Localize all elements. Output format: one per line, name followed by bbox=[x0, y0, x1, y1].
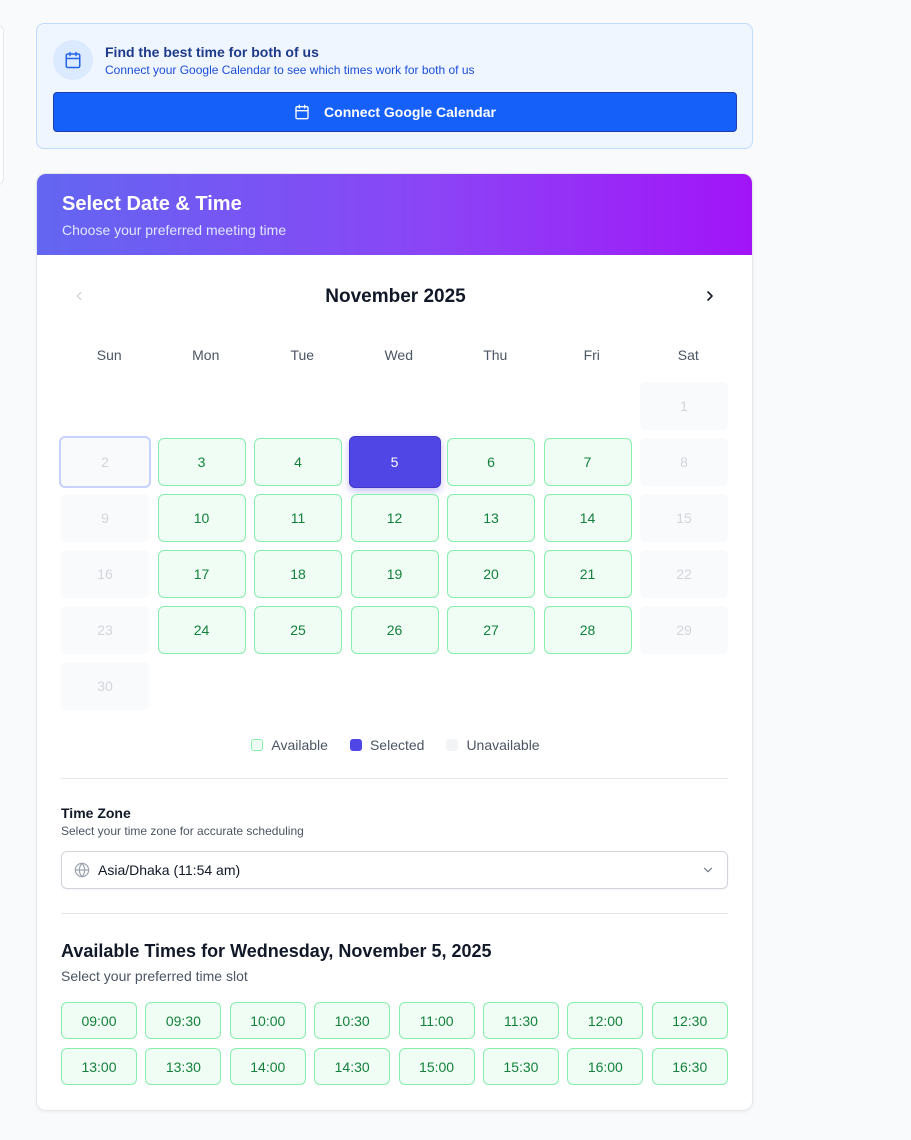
weekday-label: Sun bbox=[96, 347, 122, 363]
connect-google-calendar-button[interactable]: Connect Google Calendar bbox=[53, 92, 737, 132]
calendar-day-30: 30 bbox=[61, 662, 149, 710]
legend-selected: Selected bbox=[349, 737, 425, 753]
calendar-day-16: 16 bbox=[61, 550, 149, 598]
calendar-day-8: 8 bbox=[640, 438, 728, 486]
calendar-day-17[interactable]: 17 bbox=[157, 550, 246, 598]
banner-subtitle: Connect your Google Calendar to see whic… bbox=[105, 63, 475, 77]
scheduler-title: Select Date & Time bbox=[62, 193, 242, 215]
legend-unavailable: Unavailable bbox=[446, 737, 540, 753]
calendar-day-28[interactable]: 28 bbox=[543, 606, 632, 654]
time-slot-button[interactable]: 09:00 bbox=[61, 1002, 137, 1039]
legend-swatch-selected bbox=[349, 739, 362, 751]
time-slot-button[interactable]: 10:00 bbox=[229, 1002, 306, 1039]
calendar-icon bbox=[294, 104, 310, 120]
legend-label: Unavailable bbox=[466, 737, 540, 753]
calendar-day-21[interactable]: 21 bbox=[543, 550, 632, 598]
calendar-day-2: 2 bbox=[59, 436, 151, 488]
calendar-day-15: 15 bbox=[640, 494, 728, 542]
calendar-day-19[interactable]: 19 bbox=[350, 550, 439, 598]
weekday-label: Sat bbox=[677, 347, 699, 363]
divider bbox=[61, 913, 728, 914]
time-slot-button[interactable]: 11:30 bbox=[482, 1002, 559, 1039]
calendar-day-20[interactable]: 20 bbox=[447, 550, 535, 598]
calendar-icon bbox=[53, 40, 93, 80]
side-panel-edge bbox=[0, 24, 4, 186]
next-month-button[interactable] bbox=[698, 284, 722, 308]
chevron-right-icon bbox=[702, 288, 718, 304]
calendar-day-7[interactable]: 7 bbox=[543, 438, 632, 486]
calendar-day-22: 22 bbox=[640, 550, 728, 598]
calendar-day-18[interactable]: 18 bbox=[254, 550, 342, 598]
weekday-label: Thu bbox=[483, 347, 508, 363]
weekday-label: Wed bbox=[384, 347, 414, 363]
weekday-label: Mon bbox=[192, 347, 220, 363]
timezone-subtitle: Select your time zone for accurate sched… bbox=[61, 824, 304, 838]
time-slot-button[interactable]: 15:30 bbox=[482, 1048, 559, 1085]
calendar-day-4[interactable]: 4 bbox=[254, 438, 342, 486]
calendar-day-5[interactable]: 5 bbox=[348, 436, 441, 488]
banner-title: Find the best time for both of us bbox=[105, 44, 319, 60]
legend-swatch-available bbox=[251, 739, 264, 751]
time-slot-button[interactable]: 12:00 bbox=[567, 1002, 644, 1039]
google-calendar-banner: Find the best time for both of us Connec… bbox=[36, 23, 753, 149]
calendar-day-23: 23 bbox=[61, 606, 149, 654]
divider bbox=[61, 778, 728, 779]
scheduler-header: Select Date & Time Choose your preferred… bbox=[37, 174, 752, 255]
time-slot-button[interactable]: 12:30 bbox=[651, 1002, 728, 1039]
weekday-header: Sun Mon Tue Wed Thu Fri Sat bbox=[61, 347, 737, 363]
time-slot-button[interactable]: 10:30 bbox=[314, 1002, 391, 1039]
time-slot-button[interactable]: 09:30 bbox=[145, 1002, 222, 1039]
scheduler-card: Select Date & Time Choose your preferred… bbox=[36, 173, 753, 1111]
time-slot-button[interactable]: 16:30 bbox=[651, 1048, 728, 1085]
time-slot-button[interactable]: 14:30 bbox=[314, 1048, 391, 1085]
globe-icon bbox=[74, 862, 90, 878]
calendar-day-25[interactable]: 25 bbox=[254, 606, 342, 654]
available-times-subtitle: Select your preferred time slot bbox=[61, 968, 248, 984]
time-slot-button[interactable]: 16:00 bbox=[567, 1048, 644, 1085]
calendar-day-13[interactable]: 13 bbox=[447, 494, 535, 542]
time-slot-button[interactable]: 14:00 bbox=[229, 1048, 306, 1085]
calendar-day-10[interactable]: 10 bbox=[157, 494, 246, 542]
legend-available: Available bbox=[251, 737, 328, 753]
calendar-day-27[interactable]: 27 bbox=[447, 606, 535, 654]
calendar-day-3[interactable]: 3 bbox=[157, 438, 246, 486]
legend-swatch-unavailable bbox=[446, 739, 459, 751]
calendar-day-9: 9 bbox=[61, 494, 149, 542]
calendar-legend: Available Selected Unavailable bbox=[37, 737, 752, 753]
timezone-select[interactable]: Asia/Dhaka (11:54 am) bbox=[61, 851, 728, 889]
calendar-day-26[interactable]: 26 bbox=[350, 606, 439, 654]
weekday-label: Fri bbox=[583, 347, 600, 363]
timezone-title: Time Zone bbox=[61, 805, 131, 821]
calendar-day-29: 29 bbox=[640, 606, 728, 654]
calendar-day-24[interactable]: 24 bbox=[157, 606, 246, 654]
time-slot-grid: 09:00 09:30 10:00 10:30 11:00 11:30 12:00 12:30… bbox=[61, 1002, 728, 1085]
calendar-day-1: 1 bbox=[640, 382, 728, 430]
time-slot-button[interactable]: 15:00 bbox=[398, 1048, 475, 1085]
time-slot-button[interactable]: 11:00 bbox=[398, 1002, 475, 1039]
time-slot-button[interactable]: 13:30 bbox=[145, 1048, 222, 1085]
month-label: November 2025 bbox=[325, 286, 466, 307]
timezone-value: Asia/Dhaka (11:54 am) bbox=[98, 862, 241, 878]
weekday-label: Tue bbox=[290, 347, 315, 363]
time-slot-button[interactable]: 13:00 bbox=[61, 1048, 137, 1085]
available-times-title: Available Times for Wednesday, November … bbox=[61, 941, 492, 961]
scheduler-subtitle: Choose your preferred meeting time bbox=[62, 222, 287, 238]
connect-button-label: Connect Google Calendar bbox=[324, 104, 496, 120]
calendar-day-6[interactable]: 6 bbox=[447, 438, 535, 486]
calendar-day-14[interactable]: 14 bbox=[543, 494, 632, 542]
legend-label: Available bbox=[271, 737, 328, 753]
legend-label: Selected bbox=[369, 737, 425, 753]
chevron-down-icon bbox=[701, 863, 715, 877]
calendar-day-12[interactable]: 12 bbox=[350, 494, 439, 542]
calendar-day-11[interactable]: 11 bbox=[254, 494, 342, 542]
